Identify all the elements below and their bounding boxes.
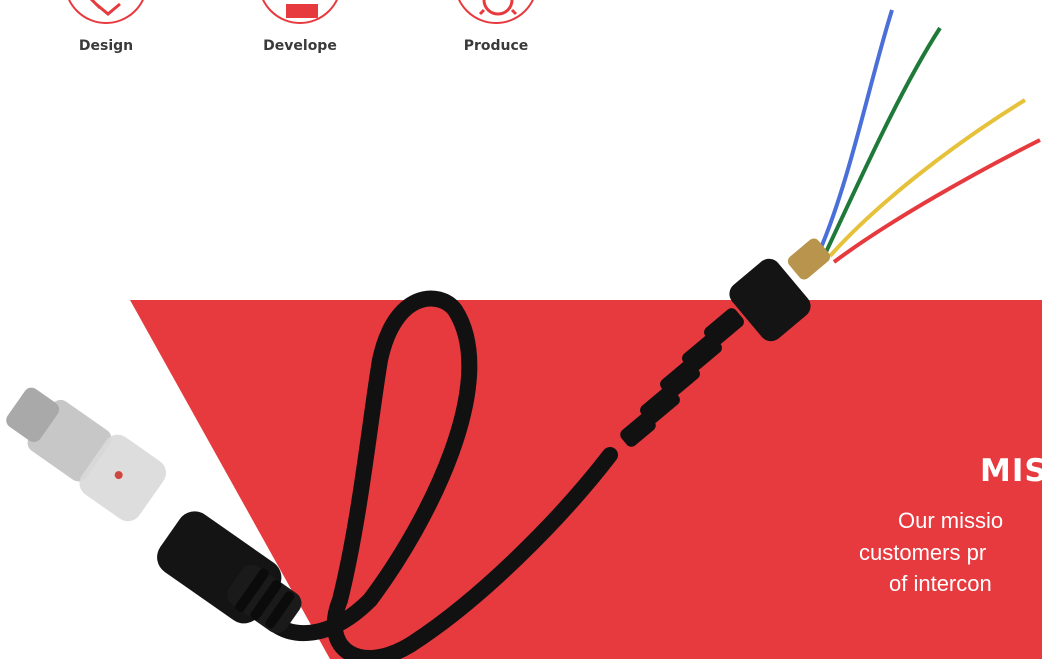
page: Design Develope Produce MIS Our missio c…	[0, 0, 1042, 659]
mission-line: customers pr	[859, 540, 987, 565]
mission-line: Our missio	[898, 508, 1004, 533]
mission-line: of intercon	[889, 571, 992, 596]
mission-description: Our missio customers pr of intercon	[0, 0, 1042, 659]
